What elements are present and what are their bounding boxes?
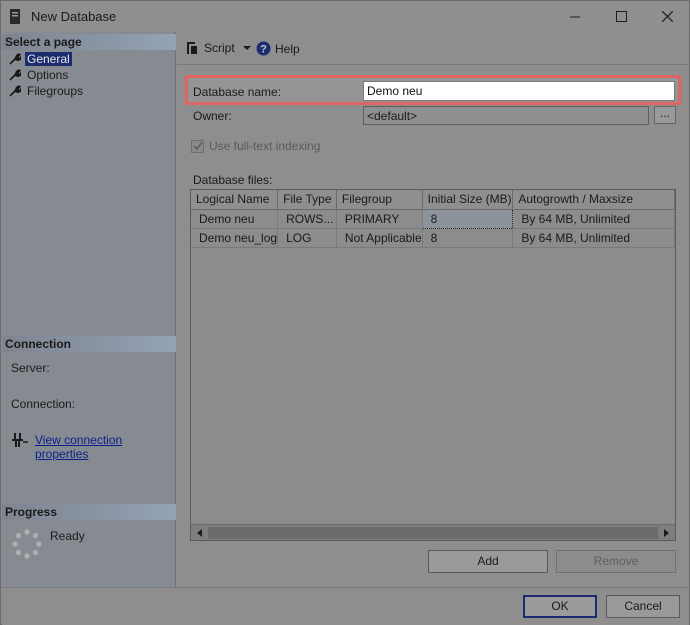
title-bar: New Database [1,1,689,32]
server-label: Server: [11,361,50,375]
dropdown-arrow-icon[interactable] [240,44,254,52]
maximize-button[interactable] [598,1,644,32]
horizontal-scrollbar[interactable] [191,524,675,540]
progress-header: Progress [2,504,176,520]
page-item-options[interactable]: Options [9,67,70,82]
cell-file-type[interactable]: ROWS... [277,209,337,229]
grid-header-row: Logical Name File Type Filegroup Initial… [191,190,675,210]
toolbar: Script ? Help [177,32,689,64]
owner-input[interactable]: <default> [363,106,649,125]
script-button[interactable]: Script [185,41,254,55]
svg-text:?: ? [260,44,267,56]
cell-file-type[interactable]: LOG [277,228,337,248]
general-page: Script ? Help Database name: Demo neu Ow… [177,32,689,587]
column-header-autogrowth[interactable]: Autogrowth / Maxsize [512,190,675,210]
cell-autogrowth[interactable]: By 64 MB, Unlimited [512,228,675,248]
script-label: Script [204,41,235,55]
database-files-label: Database files: [193,173,273,187]
progress-spinner-icon [12,529,42,559]
window-title: New Database [31,9,117,24]
fulltext-indexing-option: Use full-text indexing [191,139,320,153]
owner-browse-button[interactable]: ... [654,106,676,124]
help-button[interactable]: ? Help [256,41,300,56]
cell-filegroup[interactable]: Not Applicable [336,228,423,248]
page-item-label: Options [27,67,69,82]
close-button[interactable] [644,1,690,32]
wrench-icon [9,52,21,65]
scroll-left-button[interactable] [192,526,208,540]
minimize-button[interactable] [552,1,598,32]
chevron-right-icon [664,529,669,537]
scroll-right-button[interactable] [658,526,674,540]
fulltext-indexing-label: Use full-text indexing [209,139,321,153]
cell-logical-name[interactable]: Demo neu_log [191,228,279,248]
progress-status: Ready [50,529,85,543]
page-item-label: Filegroups [27,83,84,98]
cell-autogrowth[interactable]: By 64 MB, Unlimited [512,209,675,229]
column-header-file-type[interactable]: File Type [277,190,337,210]
table-row[interactable]: Demo neu ROWS... PRIMARY 8 By 64 MB, Unl… [191,208,675,229]
wrench-icon [9,68,21,81]
minimize-icon [569,16,580,18]
chevron-left-icon [197,529,202,537]
table-row[interactable]: Demo neu_log LOG Not Applicable 8 By 64 … [191,228,675,248]
dialog-footer: OK Cancel [2,587,689,625]
wrench-icon [9,84,21,97]
database-files-grid[interactable]: Logical Name File Type Filegroup Initial… [190,189,676,541]
select-page-header: Select a page [2,34,176,50]
database-name-label: Database name: [193,85,282,99]
page-item-label: General [25,51,72,66]
maximize-icon [615,11,627,22]
add-file-button[interactable]: Add [428,550,548,573]
help-label: Help [275,41,300,56]
column-header-filegroup[interactable]: Filegroup [336,190,423,210]
checkmark-icon [192,141,203,151]
cell-initial-size[interactable]: 8 [422,228,514,248]
cancel-button[interactable]: Cancel [606,595,680,618]
ok-button[interactable]: OK [523,595,597,618]
cell-filegroup[interactable]: PRIMARY [336,209,423,229]
page-item-general[interactable]: General [9,51,72,66]
toolbar-divider [177,64,689,65]
fulltext-indexing-checkbox[interactable] [191,139,204,153]
database-app-icon [10,9,20,24]
connection-label: Connection: [11,397,76,411]
connection-header: Connection [2,336,176,352]
page-selector-panel: Select a page General Options Filegroups… [2,32,176,587]
owner-label: Owner: [193,109,232,123]
cell-logical-name[interactable]: Demo neu [191,209,279,229]
database-name-input[interactable]: Demo neu [363,81,675,101]
new-database-dialog: New Database Select a page General Optio… [0,0,690,625]
cell-initial-size[interactable]: 8 [421,208,514,229]
scrollbar-thumb[interactable] [208,527,658,539]
database-name-row: Database name: Demo neu [185,75,681,105]
close-icon [661,11,673,22]
page-item-filegroups[interactable]: Filegroups [9,83,85,98]
remove-file-button[interactable]: Remove [556,550,676,573]
connection-properties-icon [12,433,28,447]
help-icon: ? [256,41,271,56]
column-header-initial-size[interactable]: Initial Size (MB) [422,190,514,210]
script-icon [187,42,197,54]
column-header-logical-name[interactable]: Logical Name [191,190,279,210]
view-connection-properties-link[interactable]: View connection properties [35,433,175,461]
